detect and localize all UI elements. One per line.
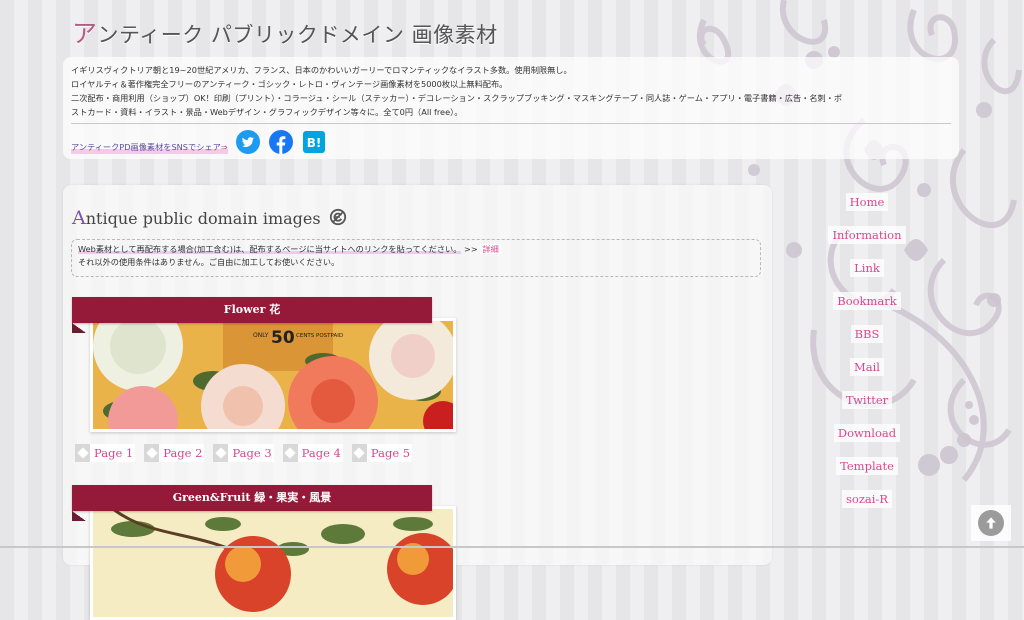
main-content-panel: Antique public domain images Web素材として再配布… (63, 185, 772, 620)
sidebar-nav: Home Information Link Bookmark BBS Mail … (826, 193, 908, 523)
page-link-1[interactable]: Page 1 (75, 444, 136, 462)
page-link-4[interactable]: Page 4 (282, 444, 343, 462)
nav-sozai-r[interactable]: sozai-R (842, 490, 892, 508)
fruit-illustration (93, 509, 453, 617)
share-label-text: アンティークPD画像素材をSNSでシェア (71, 142, 221, 152)
site-title[interactable]: アンティーク パブリックドメイン 画像素材 (72, 14, 498, 50)
twitter-icon (235, 130, 260, 154)
nav-template[interactable]: Template (836, 457, 898, 475)
facebook-icon (268, 130, 293, 154)
share-label: アンティークPD画像素材をSNSでシェア⇒ (71, 140, 228, 154)
description-line: ロイヤルティ＆著作権完全フリーのアンティーク・ゴシック・レトロ・ヴィンテージ画像… (71, 79, 508, 89)
site-title-initial: ア (72, 19, 98, 48)
nav-twitter[interactable]: Twitter (841, 391, 893, 409)
nav-information[interactable]: Information (828, 226, 906, 244)
flower-pagination: Page 1 Page 2 Page 3 Page 4 Page 5 (75, 444, 421, 462)
usage-notice: Web素材として再配布する場合(加工含む)は、配布するページに当サイトへのリンク… (71, 239, 761, 277)
section-title: Antique public domain images (72, 207, 347, 229)
notice-text-2: それ以外の使用条件はありません。ご自由に加工してお使いください。 (78, 257, 340, 267)
nav-mail[interactable]: Mail (850, 358, 884, 376)
diamond-icon (213, 444, 229, 462)
section-title-initial: A (72, 207, 86, 229)
page-label: Page 1 (94, 446, 134, 460)
section-title-text: ntique public domain images (85, 209, 321, 228)
image-text-price: 50 (271, 328, 295, 348)
ribbon-fold (72, 323, 86, 333)
description-line: イギリスヴィクトリア朝と19~20世紀アメリカ、フランス、日本のかわいいガーリー… (71, 65, 572, 75)
page-link-5[interactable]: Page 5 (351, 444, 413, 462)
page-link-2[interactable]: Page 2 (144, 444, 205, 462)
page-label: Page 5 (370, 446, 411, 460)
nav-bbs[interactable]: BBS (850, 325, 884, 343)
scroll-to-top-button[interactable] (971, 505, 1011, 541)
site-description-panel: イギリスヴィクトリア朝と19~20世紀アメリカ、フランス、日本のかわいいガーリー… (63, 57, 959, 159)
image-text-postpaid: CENTS POSTPAID (296, 333, 343, 339)
image-text-only: ONLY (253, 332, 269, 339)
description-line: 二次配布・商用利用（ショップ）OK！印刷（プリント）・コラージュ・シール（ステッ… (71, 93, 843, 103)
hatena-bookmark-share-button[interactable]: B! (302, 130, 326, 154)
page-link-3[interactable]: Page 3 (213, 444, 274, 462)
nav-home[interactable]: Home (845, 193, 889, 211)
detail-link[interactable]: 詳細 (480, 244, 501, 254)
arrow-up-icon (978, 510, 1004, 536)
sns-share-row: アンティークPD画像素材をSNSでシェア⇒ B! (71, 130, 951, 154)
nav-bookmark[interactable]: Bookmark (833, 292, 901, 310)
category-title[interactable]: Flower 花 (72, 297, 432, 323)
category-image-flower[interactable]: ONLY 50 CENTS POSTPAID (90, 318, 456, 432)
page-label: Page 4 (301, 446, 341, 460)
nav-link[interactable]: Link (850, 259, 884, 277)
notice-suffix: >> (464, 244, 478, 254)
page-label: Page 3 (232, 446, 272, 460)
arrow-icon: ⇒ (220, 142, 228, 152)
svg-text:B!: B! (306, 136, 321, 150)
site-title-text: ンティーク パブリックドメイン 画像素材 (97, 23, 498, 47)
diamond-icon (351, 444, 367, 462)
facebook-share-button[interactable] (268, 130, 293, 154)
description-line: ストカード・資料・イラスト・景品・Webデザイン・グラフィックデザイン等々に。全… (71, 107, 463, 117)
divider (71, 123, 951, 124)
ribbon-fold (72, 511, 86, 521)
notice-text: Web素材として再配布する場合(加工含む)は、配布するページに当サイトへのリンク… (78, 244, 462, 254)
hatena-bookmark-icon: B! (302, 131, 325, 153)
diamond-icon (282, 444, 298, 462)
flower-illustration: ONLY 50 CENTS POSTPAID (93, 321, 453, 429)
public-domain-icon (329, 208, 347, 226)
page-label: Page 2 (163, 446, 203, 460)
twitter-share-button[interactable] (235, 130, 260, 154)
category-title[interactable]: Green&Fruit 緑・果実・風景 (72, 485, 432, 511)
diamond-icon (75, 444, 90, 462)
category-image-green-fruit[interactable] (90, 506, 456, 620)
diamond-icon (144, 444, 160, 462)
nav-download[interactable]: Download (833, 424, 901, 442)
